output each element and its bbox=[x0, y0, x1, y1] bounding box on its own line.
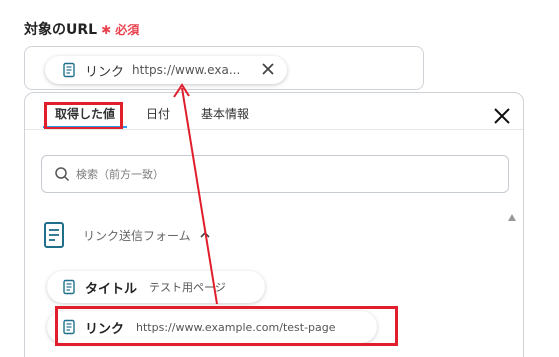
selected-value-chip[interactable]: リンク https://www.exa... bbox=[45, 56, 287, 84]
chip-title: リンク bbox=[85, 64, 125, 80]
row-title: タイトル bbox=[85, 281, 138, 297]
field-label: 対象のURL ✱ 必須 bbox=[24, 19, 139, 39]
row-value: テスト用ページ bbox=[149, 281, 226, 294]
search-input[interactable] bbox=[76, 167, 476, 181]
document-icon bbox=[44, 222, 64, 248]
document-icon bbox=[63, 279, 75, 295]
chip-value: https://www.exa... bbox=[132, 63, 241, 77]
row-highlight-box bbox=[55, 306, 398, 346]
search-box[interactable] bbox=[41, 155, 509, 193]
tab-basic-info[interactable]: 基本情報 bbox=[201, 105, 249, 122]
value-row-title[interactable]: タイトル テスト用ページ bbox=[47, 271, 265, 303]
section-title: リンク送信フォーム bbox=[83, 228, 191, 243]
tab-divider bbox=[25, 129, 523, 130]
field-label-text: 対象のURL bbox=[24, 22, 98, 38]
value-picker-panel: 取得した値 日付 基本情報 リンク送信フォーム タイトル テスト用ページ リンク… bbox=[24, 92, 524, 357]
tab-highlight-box bbox=[44, 102, 123, 130]
tab-date[interactable]: 日付 bbox=[146, 105, 170, 122]
scroll-up-icon[interactable] bbox=[508, 214, 516, 221]
required-mark: ✱ 必須 bbox=[101, 23, 140, 37]
document-icon bbox=[63, 62, 75, 78]
section-header[interactable]: リンク送信フォーム bbox=[41, 220, 211, 250]
close-icon[interactable] bbox=[493, 107, 511, 125]
remove-chip-icon[interactable] bbox=[259, 60, 277, 78]
search-icon bbox=[55, 167, 70, 182]
url-field[interactable]: リンク https://www.exa... bbox=[24, 46, 424, 90]
chevron-up-icon[interactable] bbox=[199, 229, 211, 241]
